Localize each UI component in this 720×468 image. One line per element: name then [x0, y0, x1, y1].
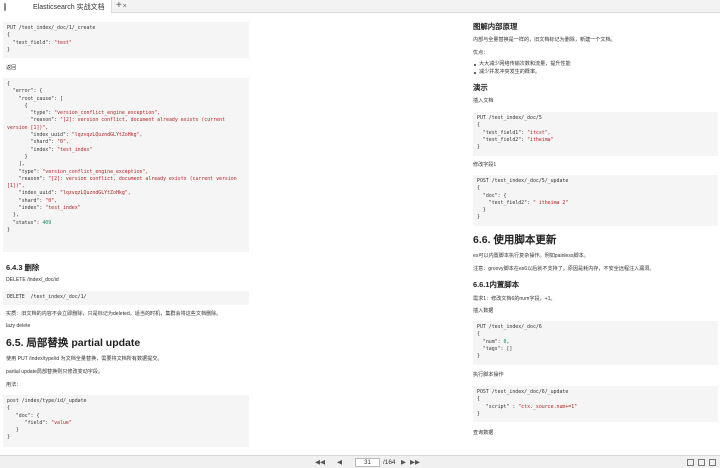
partial-desc: 使用 PUT /index/type/id 为文档全量替换，需要将文档所有数据提… — [6, 356, 163, 362]
close-icon[interactable]: × — [123, 3, 127, 10]
requirement-text: 需求1：修改文档6的num字段，+1。 — [473, 296, 556, 302]
delete-note: 实质：旧文档的内容不会立即删除，只是标记为deleted。适当的时机，集群会将这… — [6, 311, 222, 317]
principle-desc: 内部与全量替换是一样的，旧文档标记为删除，新建一个文档。 — [473, 37, 616, 43]
tab-title: Elasticsearch 实战文档 — [33, 3, 105, 11]
usage-label: 用法： — [6, 382, 22, 388]
heading-builtin-script: 6.6.1内置脚本 — [473, 280, 520, 289]
tab-bar: Elasticsearch 实战文档 × + — [0, 0, 720, 13]
insert-doc-label: 插入文档 — [473, 98, 494, 104]
code-block-partial: post /index/type/id/_update { "doc": { "… — [3, 395, 249, 447]
advantage-item: 大大减少网络传输次数和流量，提升性能 — [473, 61, 571, 68]
advantage-item: 减少并发冲突发生的概率。 — [473, 69, 540, 76]
grid-view-icon[interactable] — [709, 459, 716, 466]
delete-path-text: DELETE /index/_doc/id — [6, 277, 59, 283]
heading-partial-update: 6.5. 局部替换 partial update — [6, 337, 141, 349]
code-block-script: POST /test_index/_doc/6/_update { "scrip… — [473, 386, 718, 422]
partial-desc-2: partial update局部替换则只修改变动字段。 — [6, 369, 104, 375]
returns-label: 返回 — [6, 65, 17, 71]
lazy-delete-text: lazy delete — [6, 323, 31, 329]
last-page-icon[interactable]: ▶▶ — [410, 457, 420, 468]
script-desc: es可以内置脚本执行复杂操作。例如painless脚本。 — [473, 253, 589, 259]
heading-principle: 图解内部原理 — [473, 22, 518, 31]
document-viewport: PUT /test_index/_doc/1/_create { "test_f… — [0, 14, 720, 454]
prev-page-icon[interactable]: ◀ — [337, 457, 342, 468]
heading-script-update: 6.6. 使用脚本更新 — [473, 234, 557, 246]
new-tab-button[interactable]: + — [116, 0, 122, 13]
document-icon — [4, 2, 6, 11]
code-block-insert: PUT /test_index/_doc/5 { "test_field1": … — [473, 112, 718, 156]
page-total: /164 — [383, 459, 396, 466]
code-block-insert-num: PUT /test_index/_doc/6 { "num": 0, "tags… — [473, 321, 718, 365]
page-number-input[interactable]: 31 — [355, 458, 380, 467]
heading-demo: 演示 — [473, 83, 488, 92]
code-block-delete: DELETE /test_index/_doc/1/ — [3, 291, 249, 305]
code-block-create: PUT /test_index/_doc/1/_create { "test_f… — [3, 22, 249, 58]
document-tab[interactable]: Elasticsearch 实战文档 × — [0, 0, 127, 13]
script-note: 注意：groovy脚本在es6以后就不支持了。原因是耗内存，不安全远程注入漏洞。 — [473, 266, 655, 272]
advantages-label: 优点： — [473, 50, 489, 56]
insert-data-label: 插入数据 — [473, 308, 494, 314]
query-data-label: 查询数据 — [473, 430, 494, 436]
next-page-icon[interactable]: ▶ — [401, 457, 406, 468]
single-page-view-icon[interactable] — [687, 459, 694, 466]
exec-script-label: 执行脚本操作 — [473, 372, 504, 378]
code-block-update: POST /test_index/_doc/5/_update { "doc":… — [473, 175, 718, 226]
modify-field-label: 修改字段1 — [473, 162, 497, 168]
page-navigation-bar: ◀◀ ◀ 31 /164 ▶ ▶▶ — [0, 455, 720, 468]
first-page-icon[interactable]: ◀◀ — [315, 457, 325, 468]
code-block-error-response: { "error": { "root_cause": [ { "type": "… — [3, 78, 249, 252]
two-page-view-icon[interactable] — [698, 459, 705, 466]
heading-delete: 6.4.3 删除 — [6, 263, 40, 272]
